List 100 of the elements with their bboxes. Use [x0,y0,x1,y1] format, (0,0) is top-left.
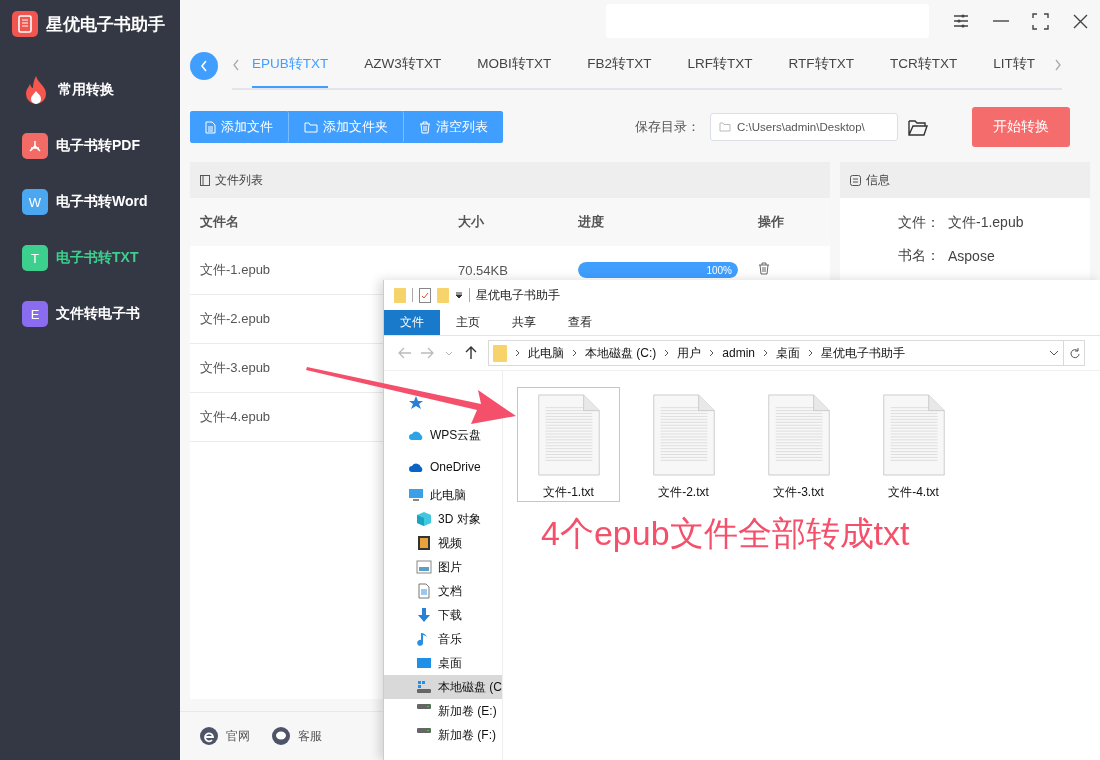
film-icon [416,535,432,551]
annotation-text: 4个epub文件全部转成txt [541,513,910,554]
save-directory-label: 保存目录： [635,118,700,136]
field-value: Aspose [948,247,995,264]
settings-icon [953,13,970,29]
document-icon [416,583,432,599]
column-header: 大小 [458,213,485,231]
cube-icon [416,511,432,527]
sidebar-item[interactable]: 文件转电子书 [56,305,140,323]
progress-text: 100% [706,264,733,276]
sidebar-item[interactable]: 电子书转PDF [56,137,140,155]
tab[interactable]: AZW3转TXT [364,42,442,88]
chevron-left-icon [200,60,208,72]
back-button[interactable] [190,52,218,80]
nav-item[interactable]: WPS云盘 [384,419,502,451]
nav-item[interactable]: 视频 [384,531,502,555]
tab[interactable]: RTF转TXT [788,42,855,88]
nav-item[interactable]: 图片 [384,555,502,579]
address-bar[interactable]: 此电脑 本地磁盘 (C:) 用户 admin 桌面 星优电子书助手 [488,340,1064,366]
sidebar-item[interactable]: 电子书转TXT [56,249,139,267]
nav-item[interactable]: 下载 [384,603,502,627]
trash-icon[interactable] [758,262,770,275]
app-logo-icon [12,11,38,37]
tab[interactable]: LIT转T [993,42,1036,88]
nav-item[interactable]: 桌面 [384,651,502,675]
footer-link[interactable]: 官网 [200,727,250,745]
maximize-icon [1032,12,1049,30]
app-title: 星优电子书助手 [46,13,165,36]
checklist-icon [419,287,431,303]
file-name-cell: 文件-2.epub [200,311,271,326]
chat-icon [272,727,290,745]
file-item[interactable]: 文件-1.txt [517,387,620,502]
file-name-cell: 文件-3.epub [200,360,271,375]
file-icon [205,120,216,134]
tab[interactable]: MOBI转TXT [477,42,552,88]
sidebar-item[interactable]: 常用转换 [58,81,114,99]
ribbon-tab[interactable]: 共享 [496,310,552,335]
image-icon [416,559,432,575]
drive-icon [416,727,432,734]
file-item[interactable]: 文件-2.txt [632,387,735,502]
text-file-icon [766,394,831,476]
desktop-icon [416,655,432,671]
sidebar-item[interactable]: 电子书转Word [56,193,148,211]
file-name-cell: 文件-4.epub [200,409,271,424]
ribbon-tab[interactable]: 查看 [552,310,608,335]
forward-arrow-icon[interactable] [420,347,434,359]
text-file-icon [651,394,716,476]
folder-icon [304,121,318,133]
list-icon [200,174,210,186]
trash-icon [419,120,431,134]
star-icon [408,395,424,411]
nav-item[interactable]: 本地磁盘 (C [384,675,502,699]
panel-title: 信息 [866,171,890,189]
file-name-cell: 文件-1.epub [200,262,271,277]
tab[interactable]: TCR转TXT [890,42,958,88]
letter-icon: W [22,189,48,215]
folder-icon [437,287,449,303]
chevron-right-icon[interactable] [1054,59,1062,71]
folder-icon[interactable] [908,118,928,136]
nav-item[interactable]: 3D 对象 [384,507,502,531]
drive-icon [416,679,432,695]
column-header: 文件名 [199,213,240,231]
ribbon-tab[interactable]: 文件 [384,310,440,335]
letter-icon: T [22,245,48,271]
refresh-icon [1068,347,1080,359]
file-item[interactable]: 文件-3.txt [747,387,850,502]
column-header: 进度 [578,213,605,231]
up-arrow-icon[interactable] [465,346,477,360]
browser-icon [200,727,218,745]
chevron-down-icon[interactable] [445,350,453,356]
nav-item[interactable]: OneDrive [384,451,502,483]
nav-item[interactable]: 音乐 [384,627,502,651]
back-arrow-icon[interactable] [398,347,412,359]
tab[interactable]: FB2转TXT [587,42,652,88]
save-path-field[interactable]: C:\Users\admin\Desktop\ [710,113,898,141]
file-item[interactable]: 文件-4.txt [862,387,965,502]
tab[interactable]: LRF转TXT [687,42,753,88]
nav-item[interactable]: 此电脑 [384,483,502,507]
field-label: 书名： [898,246,940,265]
field-label: 文件： [898,213,940,232]
nav-item[interactable]: 文档 [384,579,502,603]
dropdown-icon[interactable] [455,291,463,299]
folder-icon [394,287,406,303]
panel-title: 文件列表 [215,171,263,189]
folder-icon [719,122,731,132]
column-header: 操作 [758,213,785,231]
close-icon [1072,13,1088,29]
drive-icon [416,703,432,710]
field-value: 文件-1.epub [948,213,1024,232]
chevron-left-icon[interactable] [232,59,240,71]
letter-icon: E [22,301,48,327]
minimize-icon [992,20,1009,22]
text-file-icon [536,394,601,476]
refresh-button[interactable] [1064,340,1085,366]
text-file-icon [881,394,946,476]
info-icon [850,174,861,186]
footer-link[interactable]: 客服 [272,727,322,745]
ribbon-tab[interactable]: 主页 [440,310,496,335]
nav-item[interactable]: 新加卷 (F:) [384,723,502,747]
nav-item[interactable]: 新加卷 (E:) [384,699,502,723]
